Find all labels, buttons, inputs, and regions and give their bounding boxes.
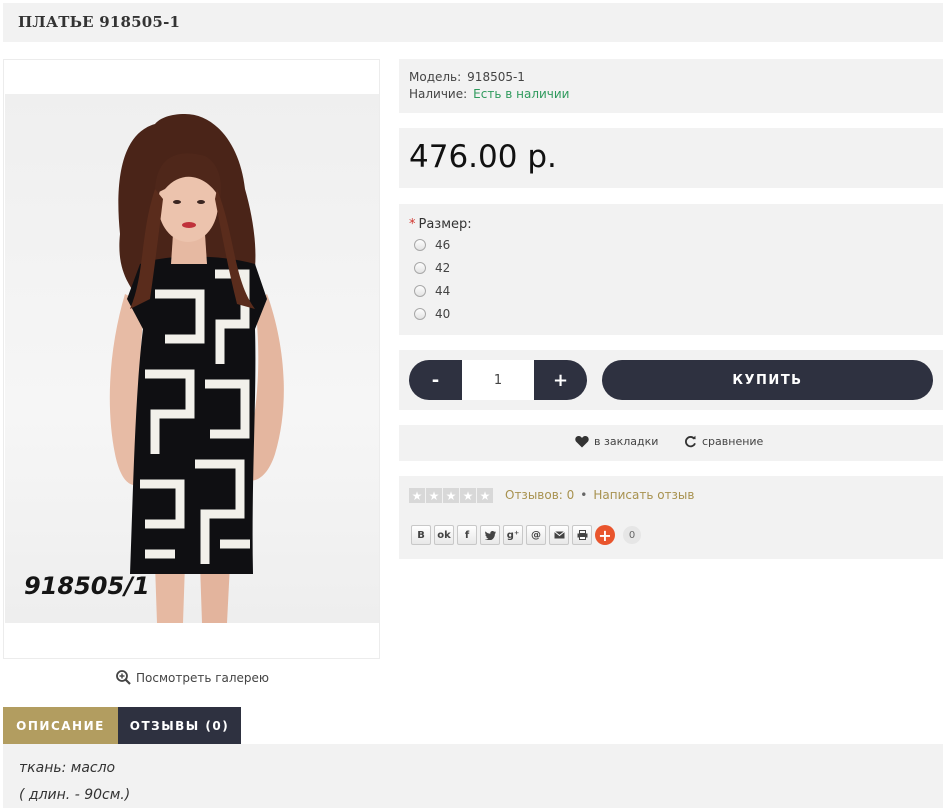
size-radio[interactable]	[414, 308, 426, 320]
required-mark: *	[409, 217, 416, 232]
size-option-label: 46	[435, 238, 451, 252]
write-review-link[interactable]: Написать отзыв	[593, 488, 694, 502]
star-empty-icon: ★	[426, 488, 442, 503]
star-empty-icon: ★	[409, 488, 425, 503]
buy-button[interactable]: КУПИТЬ	[602, 360, 933, 400]
wishlist-label: в закладки	[594, 435, 659, 448]
product-title: ПЛАТЬЕ 918505-1	[18, 13, 181, 31]
vk-share-icon[interactable]: В	[411, 525, 431, 545]
review-separator: •	[580, 488, 588, 502]
star-empty-icon: ★	[460, 488, 476, 503]
twitter-bird-icon	[484, 530, 496, 540]
size-radio[interactable]	[414, 239, 426, 251]
product-info-panel: Модель: 918505-1 Наличие: Есть в наличии	[399, 59, 943, 113]
reviews-count-link[interactable]: Отзывов: 0	[505, 488, 574, 502]
add-to-wishlist-link[interactable]: в закладки	[575, 435, 658, 448]
description-line: ( длин. - 90см.)	[19, 787, 131, 803]
availability-row: Наличие: Есть в наличии	[409, 87, 569, 101]
size-option-40[interactable]: 40	[414, 307, 450, 321]
availability-label: Наличие:	[409, 87, 468, 101]
actions-panel: в закладки сравнение	[399, 425, 943, 461]
twitter-share-icon[interactable]	[480, 525, 500, 545]
view-gallery-label: Посмотреть галерею	[136, 670, 270, 685]
availability-value: Есть в наличии	[473, 87, 570, 101]
product-image-box[interactable]: 918505/1	[3, 59, 380, 659]
facebook-share-icon[interactable]: f	[457, 525, 477, 545]
size-option-label: 44	[435, 284, 451, 298]
printer-icon	[577, 530, 587, 540]
mailru-share-icon[interactable]: @	[526, 525, 546, 545]
size-option-label: 42	[435, 261, 451, 275]
quantity-increase-button[interactable]: +	[534, 360, 587, 400]
dress-model-illustration	[109, 114, 284, 623]
product-photo[interactable]: 918505/1	[5, 94, 379, 623]
size-label-text: Размер:	[418, 217, 472, 232]
size-panel: * Размер: 46 42 44 40	[399, 204, 943, 335]
model-label: Модель:	[409, 70, 462, 84]
reviews-share-panel: ★ ★ ★ ★ ★ Отзывов: 0 • Написать отзыв В …	[399, 476, 943, 559]
size-radio[interactable]	[414, 262, 426, 274]
print-share-icon[interactable]	[572, 525, 592, 545]
size-option-44[interactable]: 44	[414, 284, 450, 298]
envelope-icon	[553, 531, 565, 539]
compare-label: сравнение	[702, 435, 764, 448]
view-gallery-link[interactable]: Посмотреть галерею	[116, 670, 269, 685]
email-share-icon[interactable]	[549, 525, 569, 545]
zoom-in-icon	[116, 670, 131, 685]
size-option-label: 40	[435, 307, 451, 321]
size-label: * Размер:	[409, 217, 472, 232]
refresh-icon	[685, 435, 696, 448]
tab-reviews[interactable]: ОТЗЫВЫ (0)	[118, 707, 241, 744]
product-price: 476.00 р.	[409, 139, 557, 175]
share-count: 0	[623, 526, 641, 544]
star-empty-icon: ★	[477, 488, 493, 503]
description-line: ткань: масло	[19, 760, 116, 776]
add-to-compare-link[interactable]: сравнение	[684, 435, 763, 448]
product-title-bar: ПЛАТЬЕ 918505-1	[3, 3, 943, 42]
rating-stars: ★ ★ ★ ★ ★	[409, 488, 493, 503]
price-panel: 476.00 р.	[399, 128, 943, 188]
quantity-input[interactable]	[462, 360, 534, 400]
share-buttons: В ok f g⁺ @ + 0	[411, 525, 641, 545]
review-links: Отзывов: 0 • Написать отзыв	[505, 488, 694, 502]
heart-icon	[575, 435, 589, 448]
odnoklassniki-share-icon[interactable]: ok	[434, 525, 454, 545]
buy-panel: - + КУПИТЬ	[399, 350, 943, 410]
google-plus-share-icon[interactable]: g⁺	[503, 525, 523, 545]
size-option-46[interactable]: 46	[414, 238, 450, 252]
star-empty-icon: ★	[443, 488, 459, 503]
size-option-42[interactable]: 42	[414, 261, 450, 275]
photo-article-code: 918505/1	[24, 572, 150, 600]
tab-description[interactable]: ОПИСАНИЕ	[3, 707, 118, 744]
model-value: 918505-1	[467, 70, 525, 84]
model-row: Модель: 918505-1	[409, 70, 525, 84]
more-share-icon[interactable]: +	[595, 525, 615, 545]
quantity-decrease-button[interactable]: -	[409, 360, 462, 400]
size-radio[interactable]	[414, 285, 426, 297]
description-content: ткань: масло ( длин. - 90см.)	[3, 744, 943, 808]
